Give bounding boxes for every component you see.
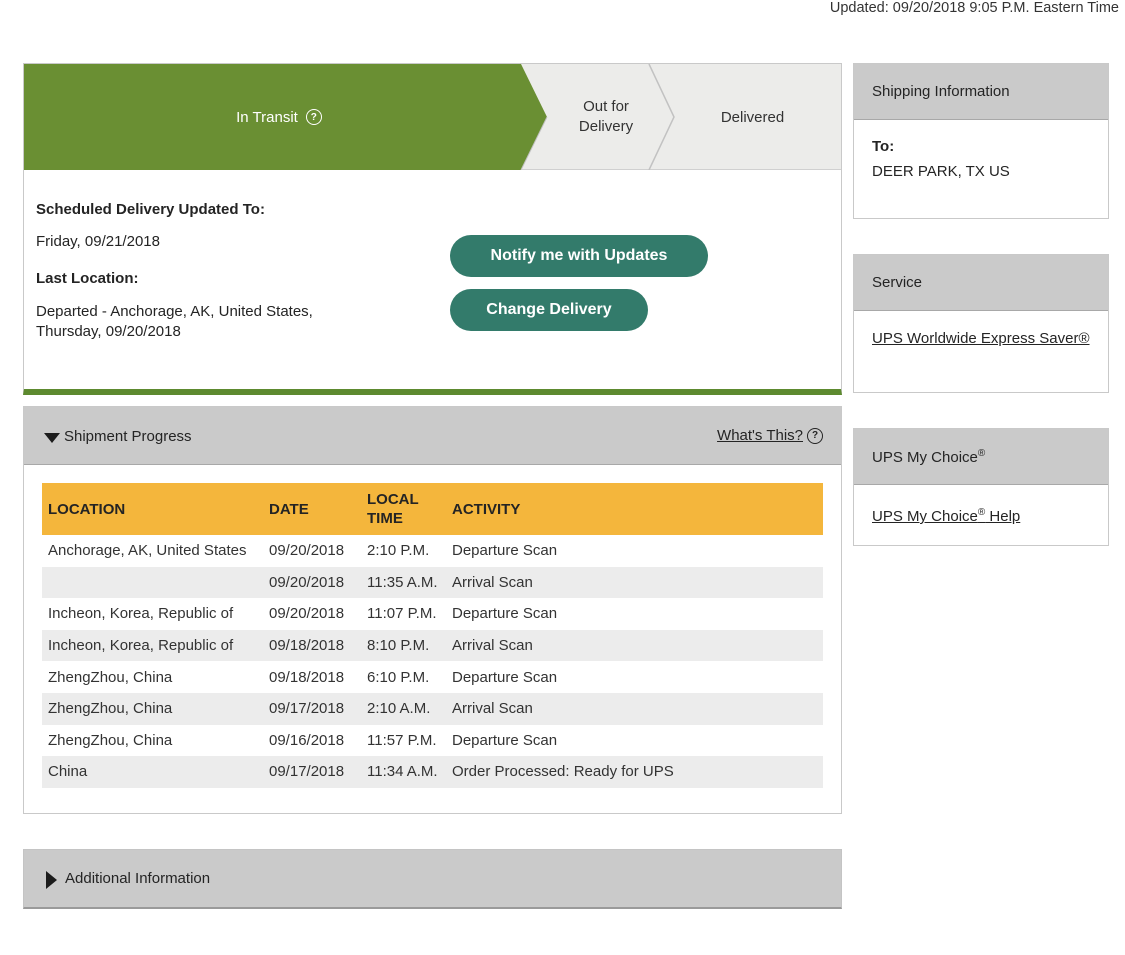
cell-location: [42, 566, 263, 599]
shipment-progress-card: Shipment Progress What's This? ? LOCATIO…: [23, 406, 842, 814]
cell-activity: Departure Scan: [452, 731, 558, 749]
cell-time: 8:10 P.M.: [361, 629, 446, 662]
my-choice-title: UPS My Choice®: [854, 429, 1108, 485]
last-location-label: Last Location:: [36, 270, 139, 287]
cell-location: ZhengZhou, China: [48, 731, 173, 749]
cell-location: China: [42, 756, 263, 788]
top-bar: Updated: 09/20/2018 9:05 P.M. Eastern Ti…: [0, 0, 1125, 24]
table-row: Incheon, Korea, Republic of 09/20/2018 1…: [42, 598, 823, 630]
cell-date: 09/16/2018: [269, 731, 345, 749]
status-card: In Transit ? Out for Delivery Delivered …: [23, 63, 842, 395]
table-row: 09/20/2018 11:35 A.M. Arrival Scan: [42, 566, 823, 599]
updated-timestamp: Updated: 09/20/2018 9:05 P.M. Eastern Ti…: [829, 0, 1119, 16]
cell-date: 09/18/2018: [263, 629, 361, 662]
cell-time: 11:07 P.M.: [367, 605, 437, 623]
cell-time: 2:10 A.M.: [361, 692, 446, 725]
cell-activity: Arrival Scan: [446, 629, 823, 662]
shipment-progress-header[interactable]: Shipment Progress What's This? ?: [24, 407, 841, 465]
whats-this-link-wrap[interactable]: What's This? ?: [717, 427, 823, 444]
cell-date: 09/17/2018: [263, 692, 361, 725]
table-row: ZhengZhou, China 09/17/2018 2:10 A.M. Ar…: [42, 692, 823, 725]
cell-time: 6:10 P.M.: [367, 668, 430, 686]
my-choice-panel: UPS My Choice® UPS My Choice® Help: [853, 428, 1109, 546]
collapse-triangle-icon[interactable]: [44, 433, 60, 443]
col-local-time: LOCAL TIME: [361, 483, 446, 535]
ship-to-value: DEER PARK, TX US: [872, 163, 1010, 180]
shipping-information-panel: Shipping Information To: DEER PARK, TX U…: [853, 63, 1109, 219]
service-panel: Service UPS Worldwide Express Saver®: [853, 254, 1109, 393]
table-header-row: LOCATION DATE LOCAL TIME ACTIVITY: [42, 483, 823, 535]
shipment-history-table: LOCATION DATE LOCAL TIME ACTIVITY Anchor…: [42, 483, 823, 788]
cell-time: 11:35 A.M.: [361, 566, 446, 599]
col-date: DATE: [263, 483, 361, 535]
cell-location: Incheon, Korea, Republic of: [42, 629, 263, 662]
cell-activity: Order Processed: Ready for UPS: [446, 756, 823, 788]
help-icon[interactable]: ?: [807, 427, 823, 444]
cell-time: 11:34 A.M.: [361, 756, 446, 788]
cell-activity: Departure Scan: [452, 605, 558, 623]
table-row: Anchorage, AK, United States 09/20/2018 …: [42, 535, 823, 567]
cell-activity: Departure Scan: [452, 542, 558, 560]
notify-updates-button[interactable]: Notify me with Updates: [450, 235, 708, 277]
service-link[interactable]: UPS Worldwide Express Saver®: [872, 330, 1090, 347]
cell-time: 2:10 P.M.: [367, 542, 430, 560]
ship-to-label: To:: [872, 138, 895, 155]
my-choice-help-link[interactable]: UPS My Choice® Help: [872, 507, 1021, 525]
cell-date: 09/20/2018: [269, 542, 345, 560]
last-location-value: Departed - Anchorage, AK, United States,…: [36, 303, 313, 340]
cell-location: Incheon, Korea, Republic of: [48, 605, 234, 623]
cell-location: ZhengZhou, China: [48, 668, 173, 686]
scheduled-delivery-label: Scheduled Delivery Updated To:: [36, 201, 265, 218]
cell-activity: Arrival Scan: [446, 692, 823, 725]
col-location: LOCATION: [42, 483, 263, 535]
scheduled-delivery-value: Friday, 09/21/2018: [36, 233, 160, 250]
step-out-for-delivery: Out for Delivery: [578, 98, 634, 135]
shipment-progress-title: Shipment Progress: [64, 428, 192, 445]
table-row: China 09/17/2018 11:34 A.M. Order Proces…: [42, 756, 823, 788]
cell-activity: Departure Scan: [452, 668, 558, 686]
cell-date: 09/18/2018: [269, 668, 345, 686]
table-row: ZhengZhou, China 09/16/2018 11:57 P.M. D…: [42, 725, 823, 757]
cell-location: ZhengZhou, China: [42, 692, 263, 725]
change-delivery-button[interactable]: Change Delivery: [450, 289, 648, 331]
my-choice-title-text: UPS My Choice: [872, 449, 978, 466]
whats-this-link[interactable]: What's This?: [717, 427, 803, 444]
step-in-transit-label: In Transit: [236, 108, 298, 126]
help-icon[interactable]: ?: [305, 109, 322, 125]
col-activity: ACTIVITY: [446, 483, 823, 535]
service-title: Service: [854, 255, 1108, 311]
expand-triangle-icon[interactable]: [46, 871, 57, 889]
additional-information-header[interactable]: Additional Information: [23, 849, 842, 909]
cell-date: 09/20/2018: [269, 605, 345, 623]
step-in-transit: In Transit ?: [24, 64, 534, 170]
cell-location: Anchorage, AK, United States: [48, 542, 247, 560]
my-choice-link-suffix: Help: [985, 508, 1021, 525]
table-row: ZhengZhou, China 09/18/2018 6:10 P.M. De…: [42, 661, 823, 693]
cell-date: 09/20/2018: [263, 566, 361, 599]
cell-activity: Arrival Scan: [446, 566, 823, 599]
my-choice-link-text: UPS My Choice: [872, 508, 978, 525]
step-delivered: Delivered: [720, 108, 785, 126]
registered-mark: ®: [977, 448, 986, 459]
cell-time: 11:57 P.M.: [367, 731, 437, 749]
delivery-progress-bar: In Transit ? Out for Delivery Delivered: [24, 64, 841, 170]
shipping-information-title: Shipping Information: [854, 64, 1108, 120]
cell-date: 09/17/2018: [263, 756, 361, 788]
additional-information-title: Additional Information: [65, 870, 211, 887]
table-row: Incheon, Korea, Republic of 09/18/2018 8…: [42, 629, 823, 662]
